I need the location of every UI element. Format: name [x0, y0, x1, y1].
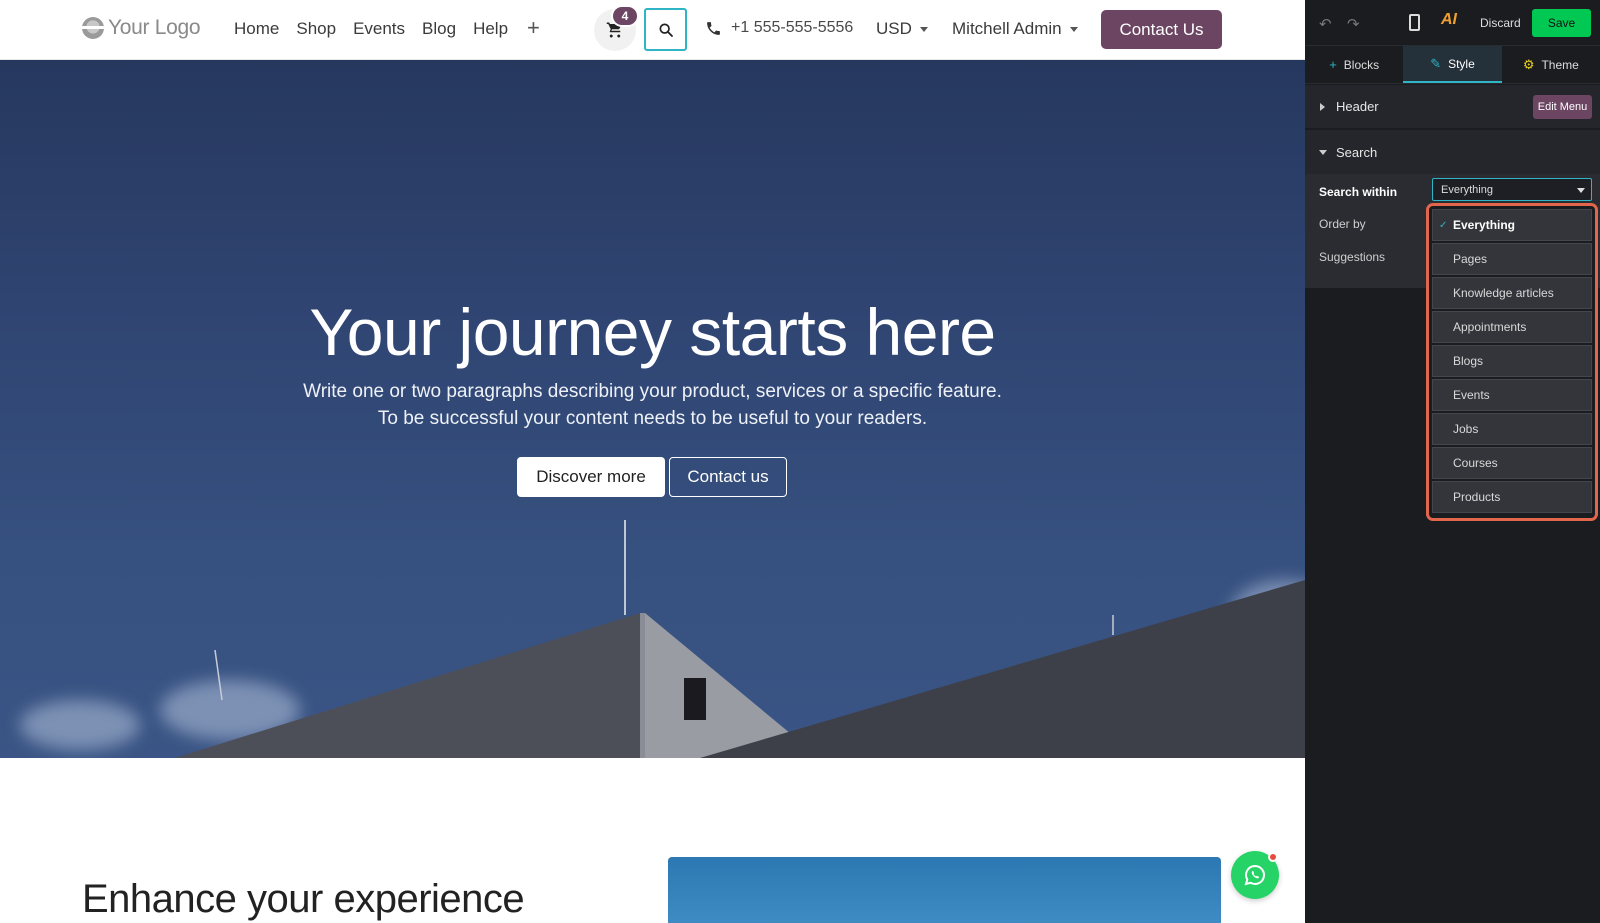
suggestions-label: Suggestions	[1319, 250, 1386, 264]
chevron-down-icon	[1069, 26, 1078, 32]
currency-dropdown[interactable]: USD	[876, 19, 928, 39]
tab-style[interactable]: ✎ Style	[1403, 46, 1502, 83]
option-label: Knowledge articles	[1453, 286, 1554, 300]
option-label: Blogs	[1453, 354, 1484, 368]
logo-text: Your Logo	[108, 16, 201, 39]
select-value: Everything	[1441, 183, 1493, 196]
option-label: Jobs	[1453, 422, 1479, 436]
whatsapp-icon	[1244, 864, 1265, 886]
tab-theme[interactable]: ⚙ Theme	[1502, 46, 1600, 83]
search-within-dropdown: ✓ Everything Pages Knowledge articles Ap…	[1426, 203, 1598, 521]
hero-title: Your journey starts here	[309, 295, 996, 369]
contact-us-hero-button[interactable]: Contact us	[669, 457, 787, 497]
section-image	[668, 857, 1221, 923]
undo-icon[interactable]: ↶	[1319, 15, 1332, 33]
tab-blocks[interactable]: + Blocks	[1305, 46, 1403, 83]
tab-label: Blocks	[1343, 57, 1380, 72]
plus-icon: +	[1329, 57, 1337, 72]
menu-item-home[interactable]: Home	[234, 19, 279, 39]
tab-label: Theme	[1541, 57, 1579, 72]
mobile-preview-icon[interactable]	[1409, 14, 1420, 31]
editor-sidebar: ↶ ↷ AI Discard Save + Blocks ✎ Style ⚙ T…	[1305, 0, 1600, 923]
user-dropdown[interactable]: Mitchell Admin	[952, 19, 1078, 39]
dropdown-option-appointments[interactable]: Appointments	[1432, 311, 1592, 343]
phone-number: +1 555-555-5556	[731, 19, 854, 36]
search-section-toggle[interactable]: Search	[1305, 130, 1600, 174]
dropdown-option-events[interactable]: Events	[1432, 379, 1592, 411]
option-label: Events	[1453, 388, 1490, 402]
contact-us-button[interactable]: Contact Us	[1101, 10, 1222, 49]
search-button[interactable]	[644, 8, 687, 51]
menu-item-events[interactable]: Events	[353, 19, 405, 39]
search-within-label: Search within	[1319, 185, 1398, 199]
dropdown-option-pages[interactable]: Pages	[1432, 243, 1592, 275]
dropdown-option-blogs[interactable]: Blogs	[1432, 345, 1592, 377]
cart-count-badge: 4	[611, 5, 639, 27]
add-menu-item-icon[interactable]: +	[527, 17, 540, 39]
pencil-icon: ✎	[1430, 55, 1442, 71]
chevron-down-icon	[1319, 149, 1327, 155]
dropdown-option-everything[interactable]: ✓ Everything	[1432, 209, 1592, 241]
phone-icon	[707, 21, 720, 35]
chevron-right-icon	[1320, 102, 1325, 111]
search-icon	[658, 22, 673, 37]
section-title-header: Header	[1336, 99, 1379, 114]
section-title-search: Search	[1336, 144, 1378, 160]
editor-tabs: + Blocks ✎ Style ⚙ Theme	[1305, 46, 1600, 84]
option-label: Pages	[1453, 252, 1488, 266]
option-label: Appointments	[1453, 320, 1527, 334]
dropdown-option-products[interactable]: Products	[1432, 481, 1592, 513]
save-button[interactable]: Save	[1532, 9, 1591, 37]
menu-item-shop[interactable]: Shop	[296, 19, 336, 39]
check-icon: ✓	[1439, 219, 1448, 231]
gear-icon: ⚙	[1522, 56, 1535, 72]
discard-button[interactable]: Discard	[1480, 16, 1521, 30]
menu-item-blog[interactable]: Blog	[422, 19, 456, 39]
section-title: Enhance your experience	[82, 877, 525, 921]
dropdown-option-knowledge-articles[interactable]: Knowledge articles	[1432, 277, 1592, 309]
logo-mark-icon	[82, 17, 104, 39]
option-label: Courses	[1453, 456, 1498, 470]
dropdown-option-jobs[interactable]: Jobs	[1432, 413, 1592, 445]
tab-label: Style	[1448, 56, 1475, 71]
chevron-down-icon	[919, 26, 928, 32]
header-section-toggle[interactable]: Header Edit Menu	[1305, 85, 1600, 129]
dropdown-option-courses[interactable]: Courses	[1432, 447, 1592, 479]
ai-icon[interactable]: AI	[1441, 11, 1457, 29]
discover-more-button[interactable]: Discover more	[517, 457, 665, 497]
hero-paragraph-line-2: To be successful your content needs to b…	[377, 408, 928, 429]
website-preview: Your Logo Home Shop Events Blog Help + 4…	[0, 0, 1305, 923]
option-label: Products	[1453, 490, 1501, 504]
chevron-down-icon	[1577, 188, 1585, 193]
editor-toolbar: ↶ ↷ AI Discard Save	[1305, 0, 1600, 46]
edit-menu-button[interactable]: Edit Menu	[1533, 95, 1592, 119]
order-by-label: Order by	[1319, 217, 1366, 231]
option-label: Everything	[1453, 218, 1516, 232]
notification-dot	[1268, 852, 1278, 862]
site-header: Your Logo Home Shop Events Blog Help + 4…	[0, 0, 1305, 60]
redo-icon[interactable]: ↷	[1347, 15, 1360, 33]
menu-item-help[interactable]: Help	[473, 19, 508, 39]
phone-link[interactable]: +1 555-555-5556	[705, 19, 853, 37]
hero-paragraph-line-1: Write one or two paragraphs describing y…	[303, 381, 1002, 402]
hero-section: Your journey starts here Write one or tw…	[0, 60, 1305, 758]
currency-label: USD	[876, 19, 912, 38]
site-logo[interactable]: Your Logo	[82, 16, 201, 40]
main-menu: Home Shop Events Blog Help +	[234, 17, 557, 39]
search-within-select[interactable]: Everything	[1432, 178, 1592, 201]
user-name: Mitchell Admin	[952, 19, 1062, 38]
